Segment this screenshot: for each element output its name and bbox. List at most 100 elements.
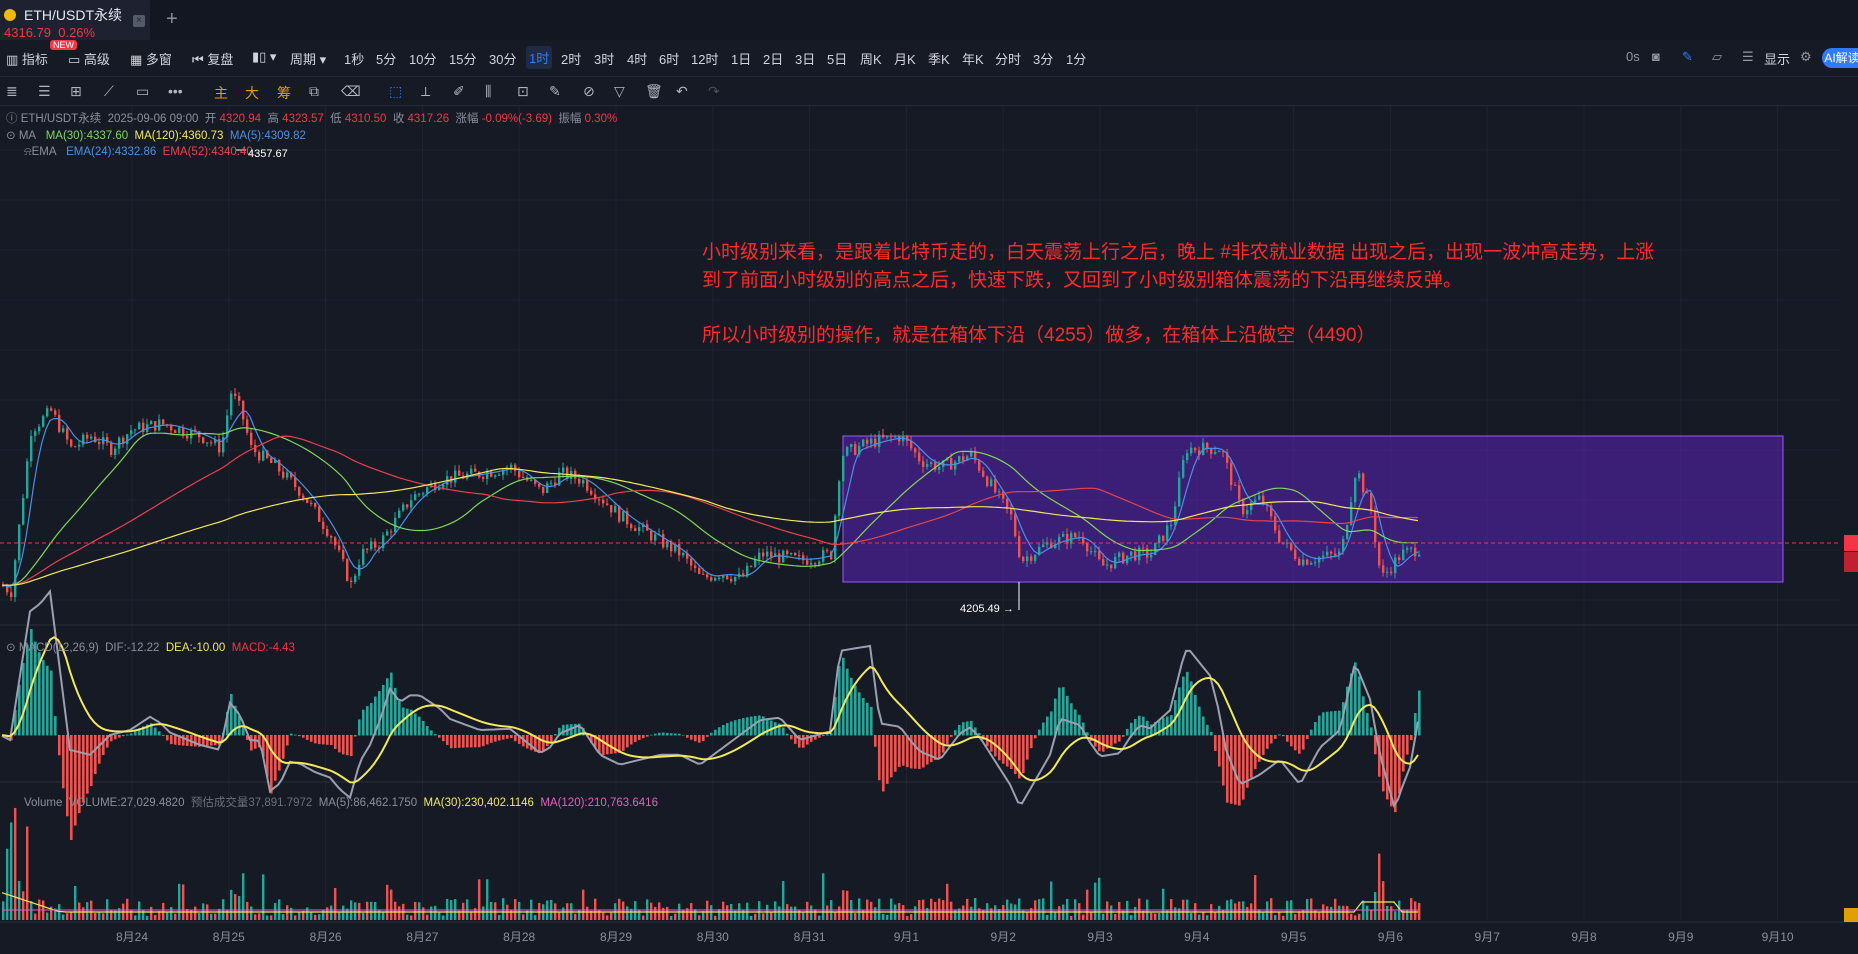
edit-icon[interactable]: ✎	[549, 83, 561, 100]
tf-quarter[interactable]: 季K	[928, 49, 950, 68]
tf-1s[interactable]: 1秒	[344, 49, 364, 68]
macd-bar	[670, 733, 673, 736]
macd-legend[interactable]: ⊙ MACD(12,26,9) DIF:-12.22 DEA:-10.00 MA…	[6, 640, 295, 654]
tf-6h[interactable]: 6时	[659, 49, 679, 68]
tf-3d[interactable]: 3日	[795, 49, 815, 68]
candle-body	[606, 503, 609, 506]
volume-bar	[1106, 901, 1109, 920]
candle-body	[234, 393, 237, 397]
multi-window-button[interactable]: ▦ 多窗	[130, 49, 172, 68]
volume-legend[interactable]: Volume VOLUME:27,029.4820 预估成交量37,891.79…	[24, 794, 658, 810]
menu-icon[interactable]: ≣	[6, 83, 18, 100]
volume-bar	[1058, 906, 1061, 920]
comment-icon[interactable]: ▱	[1712, 49, 1722, 65]
candle-body	[374, 541, 377, 548]
tf-3h[interactable]: 3时	[594, 49, 614, 68]
tf-1h[interactable]: 1时	[526, 46, 553, 69]
volume-bar	[318, 914, 321, 920]
macd-bar	[1302, 735, 1305, 750]
tf-12h[interactable]: 12时	[691, 49, 718, 68]
chart-type-button[interactable]: ▮▯ ▾	[252, 49, 276, 65]
tf-5d[interactable]: 5日	[827, 49, 847, 68]
x-tick-label: 9月4	[1184, 930, 1210, 944]
tf-15m[interactable]: 15分	[449, 49, 476, 68]
camera-icon[interactable]: ◙	[1652, 49, 1660, 64]
main-chart-toggle[interactable]: 主	[214, 83, 228, 103]
tf-1m[interactable]: 1分	[1066, 49, 1086, 68]
macd-bar	[154, 727, 157, 736]
settings-icon[interactable]: ⚙	[1800, 49, 1812, 65]
chips-toggle[interactable]: 筹	[277, 83, 291, 103]
tf-5m[interactable]: 5分	[376, 49, 396, 68]
volume-bar	[70, 912, 73, 920]
list-icon[interactable]: ☰	[1742, 49, 1754, 65]
volume-bar	[126, 898, 129, 920]
macd-bar	[1114, 735, 1117, 744]
volume-bar	[98, 911, 101, 920]
macd-bar	[710, 732, 713, 736]
candle-body	[174, 430, 177, 433]
lines-icon[interactable]: ☰	[38, 83, 51, 100]
macd-bar	[474, 735, 477, 748]
volume-bar	[1270, 898, 1273, 920]
tf-1d[interactable]: 1日	[731, 49, 751, 68]
tf-month[interactable]: 月K	[894, 49, 916, 68]
layers-icon[interactable]: ⧉	[309, 83, 319, 100]
candle-body	[1106, 564, 1109, 566]
display-button[interactable]: 显示	[1764, 49, 1790, 68]
tf-timeshare[interactable]: 分时	[995, 49, 1021, 68]
tf-year[interactable]: 年K	[962, 49, 984, 68]
macd-bar	[962, 722, 965, 736]
undo-icon[interactable]: ↶	[676, 83, 688, 100]
lock-icon[interactable]: ⊡	[517, 83, 529, 100]
rectangle-icon[interactable]: ▭	[136, 83, 149, 100]
close-tab-icon[interactable]: ×	[133, 15, 145, 27]
more-icon[interactable]: •••	[168, 83, 183, 99]
macd-bar	[826, 734, 829, 736]
redo-icon[interactable]: ↷	[708, 83, 720, 100]
measure-icon[interactable]: ⟂	[421, 83, 430, 100]
pen-icon[interactable]: ✎	[1682, 49, 1693, 65]
big-toggle[interactable]: 大	[245, 83, 259, 103]
erase-icon[interactable]: ⌫	[341, 83, 361, 100]
ma-legend[interactable]: ⊙ MA MA(30):4337.60 MA(120):4360.73 MA(5…	[6, 128, 306, 142]
candle-body	[298, 487, 301, 496]
price-chart[interactable]: 8月24 8月25 8月26 8月27 8月28 8月29 8月30 8月31 9月1 9月2 9月…	[0, 106, 1858, 954]
select-icon[interactable]: ⬚	[389, 83, 402, 100]
candle-body	[842, 455, 845, 482]
trash-icon[interactable]: 🗑︎	[645, 83, 663, 100]
brush-icon[interactable]: ✐	[453, 83, 465, 100]
macd-bar	[622, 735, 625, 751]
period-dropdown[interactable]: 周期 ▾	[290, 49, 326, 68]
tf-2d[interactable]: 2日	[763, 49, 783, 68]
tf-30m[interactable]: 30分	[489, 49, 516, 68]
bars-icon[interactable]: ⫼	[485, 83, 491, 100]
ai-button[interactable]: AI解读	[1822, 48, 1858, 68]
tf-week[interactable]: 周K	[860, 49, 882, 68]
indicator-button[interactable]: ▥ 指标	[6, 49, 48, 68]
candle-body	[18, 524, 21, 561]
candle-body	[1374, 510, 1377, 543]
tf-3m[interactable]: 3分	[1033, 49, 1053, 68]
ema-legend[interactable]: ⍾EMA EMA(24):4332.86 EMA(52):4340.40	[24, 146, 253, 159]
candle-body	[1358, 473, 1361, 479]
advanced-button[interactable]: ▭ 高级	[68, 49, 110, 68]
filter-icon[interactable]: ▽	[614, 83, 625, 100]
volume-bar	[502, 898, 505, 920]
replay-button[interactable]: ⏮ 复盘	[192, 49, 233, 68]
magnet-icon[interactable]: ⊘	[583, 83, 595, 100]
trendline-icon[interactable]: ⟋	[104, 83, 114, 100]
ruler-icon[interactable]: ⊞	[70, 83, 82, 100]
volume-bar	[746, 902, 749, 920]
tf-4h[interactable]: 4时	[627, 49, 647, 68]
volume-bar	[1190, 912, 1193, 920]
macd-bar	[718, 727, 721, 736]
volume-bar	[810, 905, 813, 920]
macd-bar	[1418, 690, 1421, 736]
candle-body	[542, 486, 545, 494]
volume-bar	[174, 913, 177, 920]
tf-10m[interactable]: 10分	[409, 49, 436, 68]
tf-2h[interactable]: 2时	[561, 49, 581, 68]
add-tab-icon[interactable]: +	[166, 8, 178, 31]
tab-eth-usdt[interactable]: ETH/USDT永续 4316.79 0.26% ×	[0, 0, 150, 40]
